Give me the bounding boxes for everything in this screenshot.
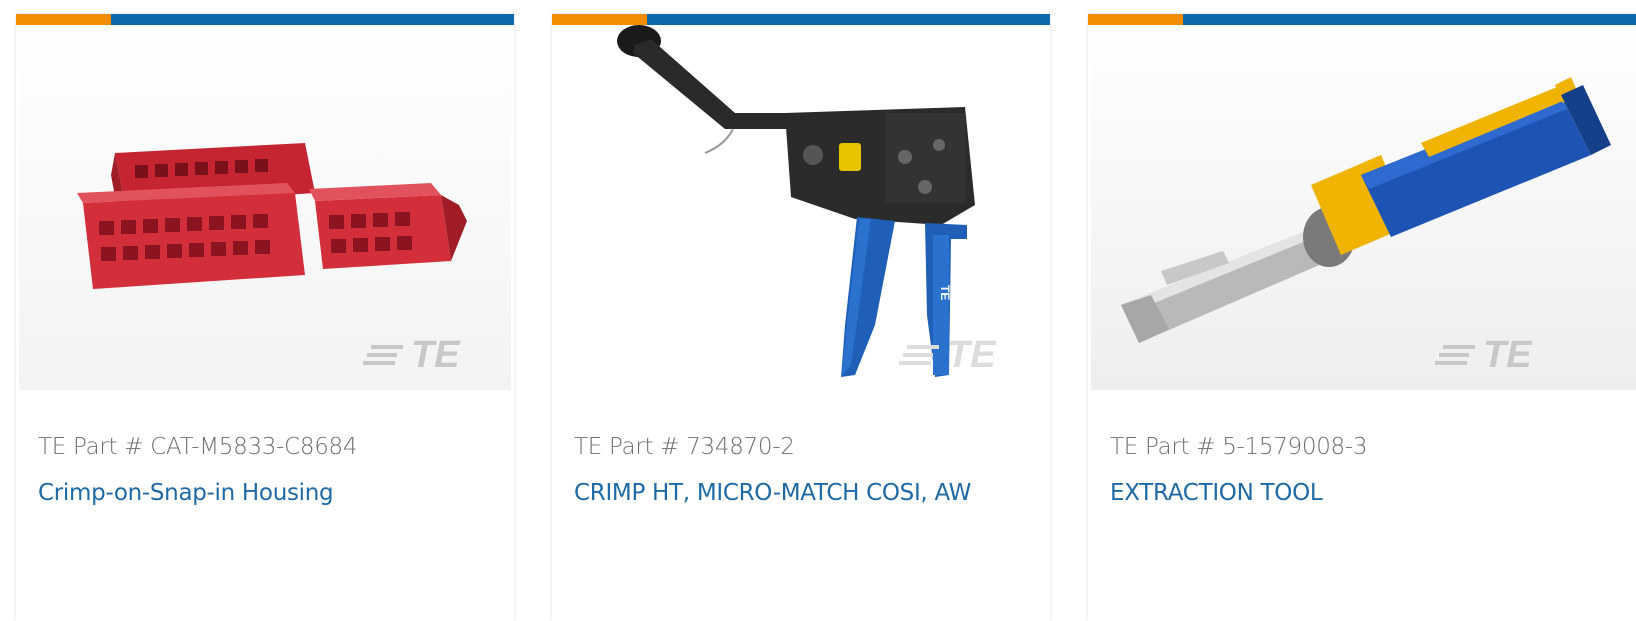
- product-image[interactable]: TE: [1091, 25, 1636, 390]
- product-title-link[interactable]: CRIMP HT, MICRO-MATCH COSI, AW: [574, 480, 971, 506]
- part-number: TE Part # 734870-2: [574, 434, 795, 460]
- card-accent-bar: [1088, 14, 1636, 25]
- svg-text:TE: TE: [938, 285, 952, 300]
- accent-orange-segment: [552, 14, 647, 25]
- part-number: TE Part # CAT-M5833-C8684: [38, 434, 358, 460]
- card-accent-bar: [16, 14, 514, 25]
- red-housing-connector-image: TE: [77, 143, 467, 376]
- svg-text:TE: TE: [1483, 334, 1533, 376]
- product-card-2[interactable]: TE TE TE Part # 734870-2 CRIMP HT, MICRO…: [552, 14, 1050, 621]
- product-image[interactable]: TE: [19, 25, 511, 390]
- accent-blue-segment: [647, 14, 1050, 25]
- accent-blue-segment: [1183, 14, 1636, 25]
- svg-text:TE: TE: [947, 334, 997, 376]
- card-accent-bar: [552, 14, 1050, 25]
- product-card-3[interactable]: TE TE Part # 5-1579008-3 EXTRACTION TOOL: [1088, 14, 1636, 621]
- te-logo-watermark: [363, 345, 403, 365]
- part-number: TE Part # 5-1579008-3: [1110, 434, 1368, 460]
- extraction-tool-image: TE: [1121, 77, 1611, 376]
- crimp-hand-tool-image: TE TE: [617, 25, 997, 377]
- svg-text:TE: TE: [411, 334, 461, 376]
- product-title-link[interactable]: Crimp-on-Snap-in Housing: [38, 480, 334, 506]
- product-title-link[interactable]: EXTRACTION TOOL: [1110, 480, 1323, 506]
- product-card-1[interactable]: TE TE Part # CAT-M5833-C8684 Crimp-on-Sn…: [16, 14, 514, 621]
- product-image[interactable]: TE TE: [555, 25, 1047, 390]
- accent-orange-segment: [16, 14, 111, 25]
- accent-blue-segment: [111, 14, 514, 25]
- accent-orange-segment: [1088, 14, 1183, 25]
